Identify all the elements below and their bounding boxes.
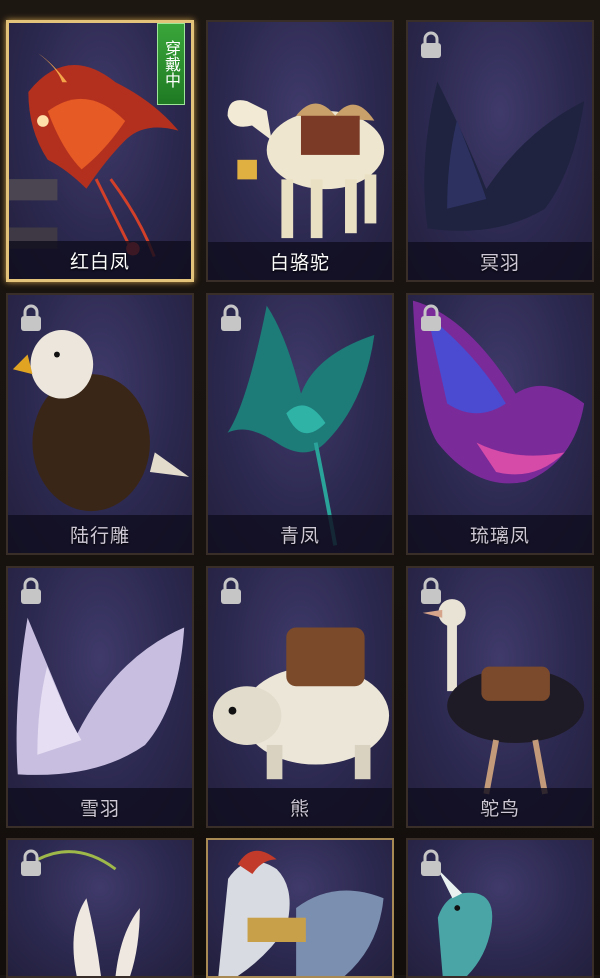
mount-name: 白骆驼: [269, 251, 330, 274]
lock-icon: [221, 304, 241, 331]
lock-icon: [421, 577, 441, 604]
mount-card-dark-wing[interactable]: 冥羽: [406, 20, 594, 282]
mount-card-snow-wing[interactable]: 雪羽: [6, 566, 194, 828]
lock-icon: [21, 849, 41, 876]
label-bar: 红白凤: [9, 241, 191, 279]
label-bar: 雪羽: [8, 788, 192, 826]
mount-card-horse[interactable]: [206, 838, 394, 978]
lock-icon: [421, 304, 441, 331]
label-bar: 鸵鸟: [408, 788, 592, 826]
mount-name: 陆行雕: [69, 524, 130, 547]
mount-card-rabbit[interactable]: [6, 838, 194, 978]
equipped-badge: 穿戴中: [157, 23, 185, 105]
lock-icon: [21, 577, 41, 604]
mount-name: 鸵鸟: [479, 797, 520, 820]
lock-icon: [421, 849, 441, 876]
lock-icon: [21, 304, 41, 331]
mount-name: 冥羽: [479, 251, 520, 274]
mount-name: 红白凤: [69, 250, 130, 273]
mount-card-teal-phoenix[interactable]: 青凤: [206, 293, 394, 555]
mount-card-dragon[interactable]: [406, 838, 594, 978]
label-bar: 琉璃凤: [408, 515, 592, 553]
mount-grid: 穿戴中 红白凤 白骆驼 冥羽 陆行雕 青凤 琉璃凤 雪羽 熊 鸵鸟: [0, 0, 600, 978]
mount-card-white-camel[interactable]: 白骆驼: [206, 20, 394, 282]
label-bar: 冥羽: [408, 242, 592, 280]
mount-name: 雪羽: [79, 797, 120, 820]
label-bar: 熊: [208, 788, 392, 826]
horse-icon: [218, 850, 384, 976]
mount-card-eagle[interactable]: 陆行雕: [6, 293, 194, 555]
mount-card-red-white-phoenix[interactable]: 穿戴中 红白凤: [6, 20, 194, 282]
label-bar: 陆行雕: [8, 515, 192, 553]
lock-icon: [221, 577, 241, 604]
mount-name: 琉璃凤: [469, 524, 530, 547]
mount-card-ostrich[interactable]: 鸵鸟: [406, 566, 594, 828]
mount-card-glass-phoenix[interactable]: 琉璃凤: [406, 293, 594, 555]
lock-icon: [421, 31, 441, 58]
mount-card-bear[interactable]: 熊: [206, 566, 394, 828]
mount-name: 青凤: [279, 524, 320, 547]
mount-name: 熊: [289, 797, 310, 820]
label-bar: 青凤: [208, 515, 392, 553]
label-bar: 白骆驼: [208, 242, 392, 280]
